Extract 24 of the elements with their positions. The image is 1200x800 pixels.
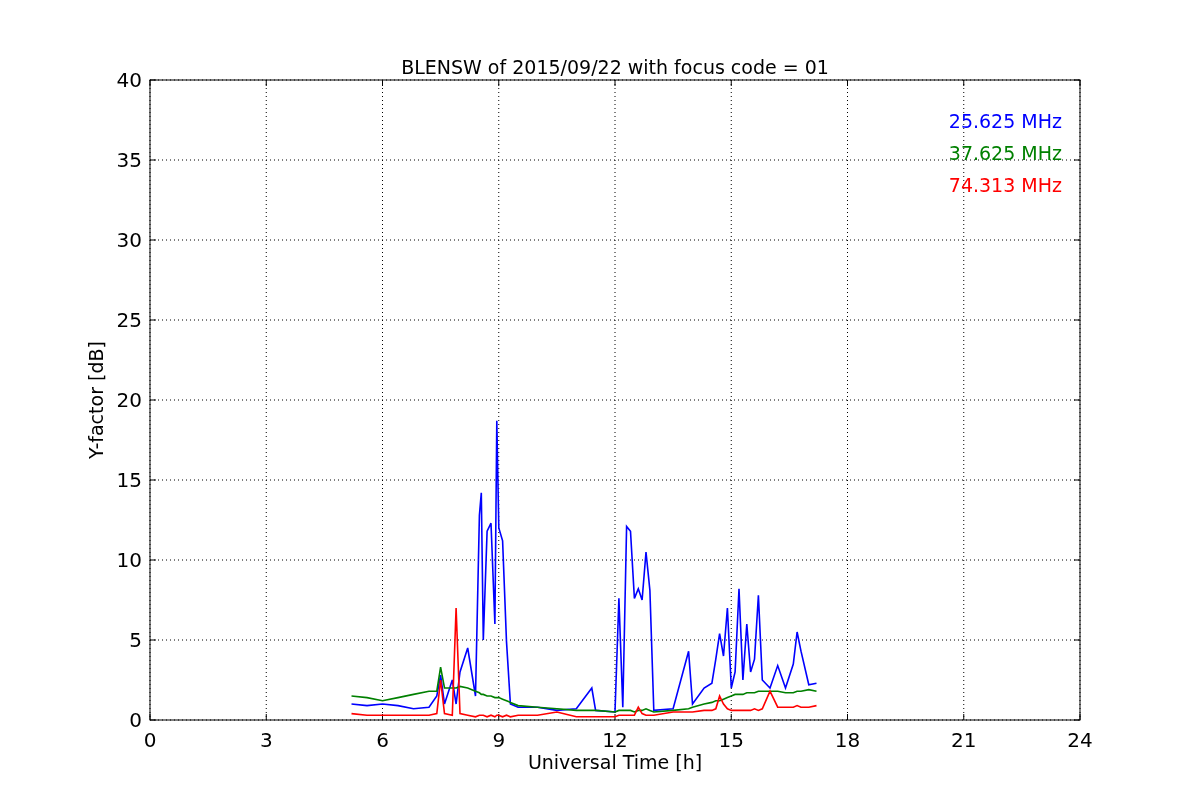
axis-label: Y-factor [dB]: [85, 341, 107, 459]
chart-title: BLENSW of 2015/09/22 with focus code = 01: [401, 56, 829, 78]
tick-label: 25: [116, 308, 142, 332]
axis-label: Universal Time [h]: [527, 751, 703, 773]
tick-label: 10: [116, 548, 142, 572]
tick-label: 15: [116, 468, 142, 492]
tick-label: 0: [143, 728, 157, 752]
legend-label: 74.313 MHz: [948, 174, 1062, 196]
tick-label: 40: [116, 68, 142, 92]
tick-label: 21: [951, 728, 977, 752]
tick-label: 5: [129, 628, 142, 652]
legend-label: 25.625 MHz: [948, 110, 1062, 132]
tick-label: 6: [376, 728, 389, 752]
tick-label: 3: [259, 728, 273, 752]
tick-label: 0: [129, 708, 142, 732]
tick-label: 20: [116, 388, 142, 412]
tick-label: 12: [602, 728, 628, 752]
tick-label: 24: [1067, 728, 1093, 752]
tick-label: 35: [116, 148, 142, 172]
tick-label: 15: [718, 728, 744, 752]
tick-label: 9: [492, 728, 506, 752]
tick-label: 18: [834, 728, 861, 752]
tick-label: 30: [116, 228, 142, 252]
legend-label: 37.625 MHz: [948, 142, 1062, 164]
